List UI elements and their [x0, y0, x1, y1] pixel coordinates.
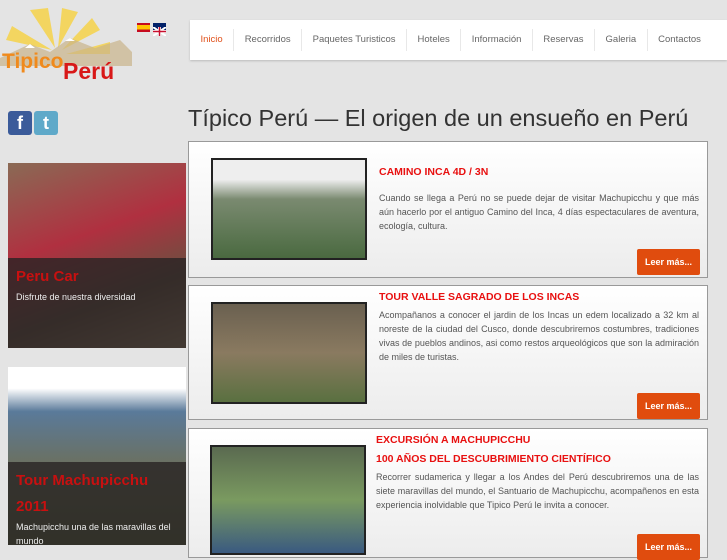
- slide-title: Peru Car: [16, 268, 79, 285]
- tour-subtitle: 100 AÑOS DEL DESCUBRIMIENTO CIENTÍFICO: [376, 453, 611, 465]
- tour-image[interactable]: [210, 445, 366, 555]
- tour-title[interactable]: TOUR VALLE SAGRADO DE LOS INCAS: [379, 291, 579, 303]
- nav-galeria[interactable]: Galeria: [595, 29, 648, 51]
- page-title: Típico Perú — El origen de un ensueño en…: [188, 105, 689, 131]
- tour-description: Acompañanos a conocer el jardin de los I…: [379, 310, 699, 362]
- spain-flag-icon[interactable]: [137, 23, 150, 32]
- logo-text-peru: Perú: [63, 58, 115, 84]
- sidebar-slide-machupicchu[interactable]: Tour Machupicchu 2011 Machupicchu una de…: [8, 367, 186, 545]
- tour-description: Recorrer sudamerica y llegar a los Andes…: [376, 472, 699, 510]
- slide-subtitle: Machupicchu una de las maravillas del mu…: [16, 522, 171, 545]
- tour-image[interactable]: [211, 302, 367, 404]
- tour-title[interactable]: CAMINO INCA 4D / 3N: [379, 166, 488, 178]
- logo-text-tipico: Tipico: [2, 50, 64, 73]
- read-more-button[interactable]: Leer más...: [637, 534, 700, 560]
- site-logo[interactable]: Tipico Perú: [0, 8, 132, 86]
- nav-paquetes-turisticos[interactable]: Paquetes Turisticos: [302, 29, 408, 51]
- nav-recorridos[interactable]: Recorridos: [234, 29, 303, 51]
- uk-flag-icon[interactable]: [152, 23, 167, 37]
- twitter-icon[interactable]: t: [34, 111, 58, 135]
- nav-reservas[interactable]: Reservas: [533, 29, 596, 51]
- tour-description: Cuando se llega a Perú no se puede dejar…: [379, 193, 699, 231]
- slide-subtitle: Disfrute de nuestra diversidad: [16, 292, 136, 302]
- nav-hoteles[interactable]: Hoteles: [407, 29, 462, 51]
- tour-card: TOUR VALLE SAGRADO DE LOS INCAS Acompaña…: [188, 285, 708, 420]
- sidebar-slide-peru-car[interactable]: Peru Car Disfrute de nuestra diversidad: [8, 163, 186, 348]
- tour-card: EXCURSIÓN A MACHUPICCHU 100 AÑOS DEL DES…: [188, 428, 708, 560]
- nav-informacion[interactable]: Información: [461, 29, 533, 51]
- tour-image[interactable]: [211, 158, 367, 260]
- read-more-button[interactable]: Leer más...: [637, 393, 700, 419]
- slide-title: Tour Machupicchu 2011: [16, 472, 149, 515]
- nav-inicio[interactable]: Inicio: [190, 29, 235, 51]
- tour-title[interactable]: EXCURSIÓN A MACHUPICCHU: [376, 434, 530, 446]
- facebook-icon[interactable]: f: [8, 111, 32, 135]
- nav-contactos[interactable]: Contactos: [648, 29, 712, 51]
- tour-card: CAMINO INCA 4D / 3N Cuando se llega a Pe…: [188, 141, 708, 278]
- read-more-button[interactable]: Leer más...: [637, 249, 700, 275]
- main-nav: Inicio Recorridos Paquetes Turisticos Ho…: [190, 20, 727, 60]
